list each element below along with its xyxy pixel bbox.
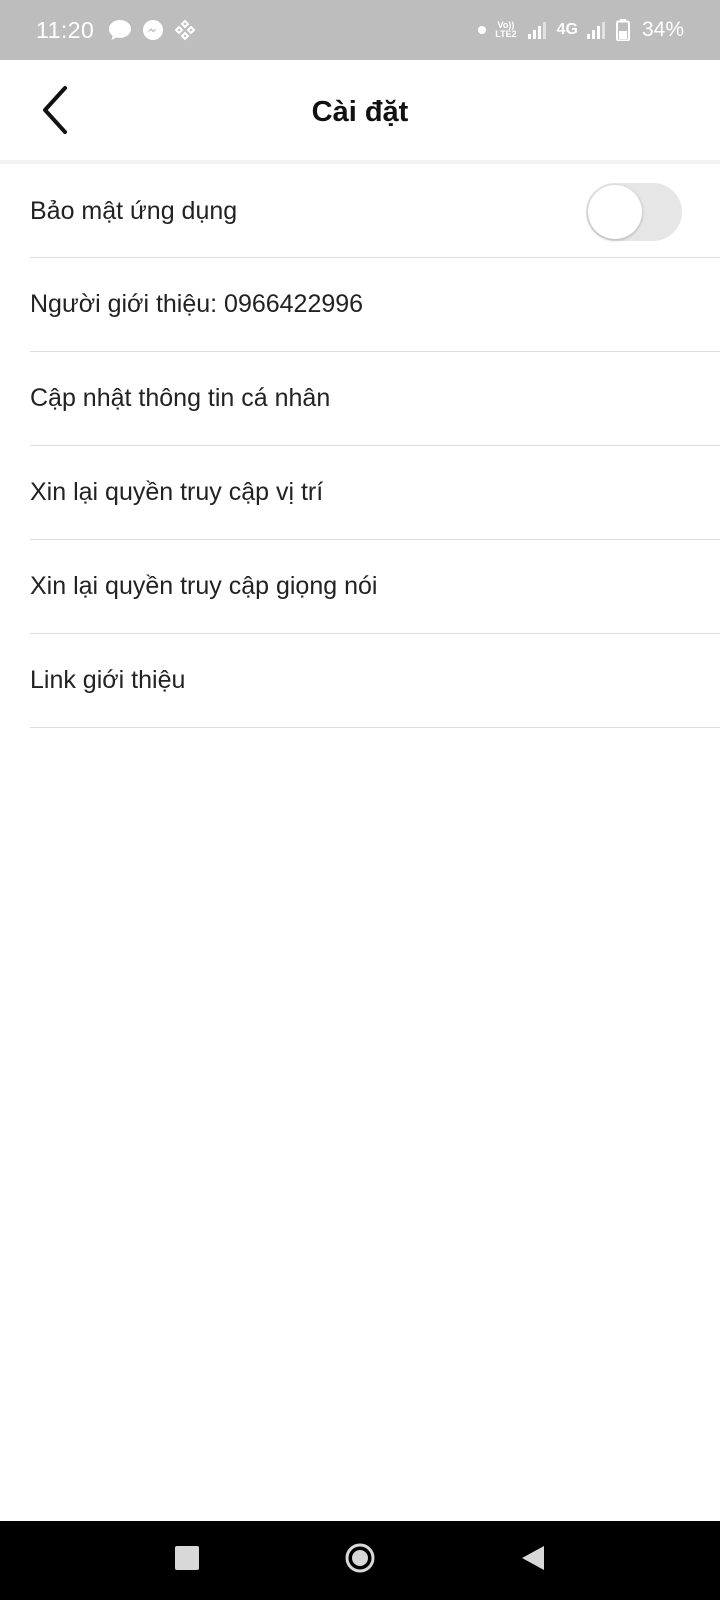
status-bar: 11:20 Vo)) LTE2 4G 34% — [0, 0, 720, 60]
signal-icon — [527, 20, 549, 40]
page-title: Cài đặt — [311, 95, 409, 128]
messenger-icon — [142, 19, 164, 41]
settings-item-referrer[interactable]: Người giới thiệu: 0966422996 — [30, 258, 720, 352]
chat-bubble-icon — [108, 19, 132, 41]
home-circle-icon — [344, 1542, 376, 1579]
system-back-button[interactable] — [503, 1531, 563, 1591]
settings-item-label: Link giới thiệu — [30, 666, 186, 694]
recents-square-icon — [174, 1545, 200, 1576]
status-bar-left: 11:20 — [36, 17, 206, 44]
battery-icon — [615, 19, 630, 41]
settings-item-label: Bảo mật ứng dụng — [30, 197, 238, 225]
battery-percent: 34% — [641, 18, 684, 41]
settings-item-label: Người giới thiệu: 0966422996 — [30, 290, 364, 318]
settings-item-label: Xin lại quyền truy cập vị trí — [30, 478, 324, 506]
recents-button[interactable] — [157, 1531, 217, 1591]
settings-item-app-security[interactable]: Bảo mật ứng dụng — [30, 166, 720, 258]
settings-item-update-profile[interactable]: Cập nhật thông tin cá nhân — [30, 352, 720, 446]
home-button[interactable] — [330, 1531, 390, 1591]
dot-icon — [477, 25, 487, 35]
toggle-knob — [588, 184, 642, 239]
volte-bottom-text: LTE2 — [495, 29, 517, 39]
system-nav-bar — [0, 1521, 720, 1600]
settings-item-voice-permission[interactable]: Xin lại quyền truy cập giọng nói — [30, 540, 720, 634]
settings-item-label: Cập nhật thông tin cá nhân — [30, 384, 331, 412]
settings-list: Bảo mật ứng dụng Người giới thiệu: 09664… — [0, 166, 720, 728]
app-header: Cài đặt — [0, 60, 720, 164]
settings-item-location-permission[interactable]: Xin lại quyền truy cập vị trí — [30, 446, 720, 540]
network-type-label: 4G — [556, 21, 578, 38]
settings-item-referral-link[interactable]: Link giới thiệu — [30, 634, 720, 728]
signal-icon — [586, 20, 608, 40]
status-bar-right: Vo)) LTE2 4G 34% — [477, 18, 684, 42]
settings-item-label: Xin lại quyền truy cập giọng nói — [30, 572, 378, 600]
app-security-toggle[interactable] — [586, 182, 682, 241]
chevron-left-icon — [40, 85, 70, 140]
back-triangle-icon — [520, 1544, 546, 1577]
status-time: 11:20 — [36, 16, 95, 43]
app-notification-icon — [174, 19, 196, 41]
volte-icon: Vo)) LTE2 — [495, 21, 516, 39]
back-button[interactable] — [30, 82, 80, 142]
